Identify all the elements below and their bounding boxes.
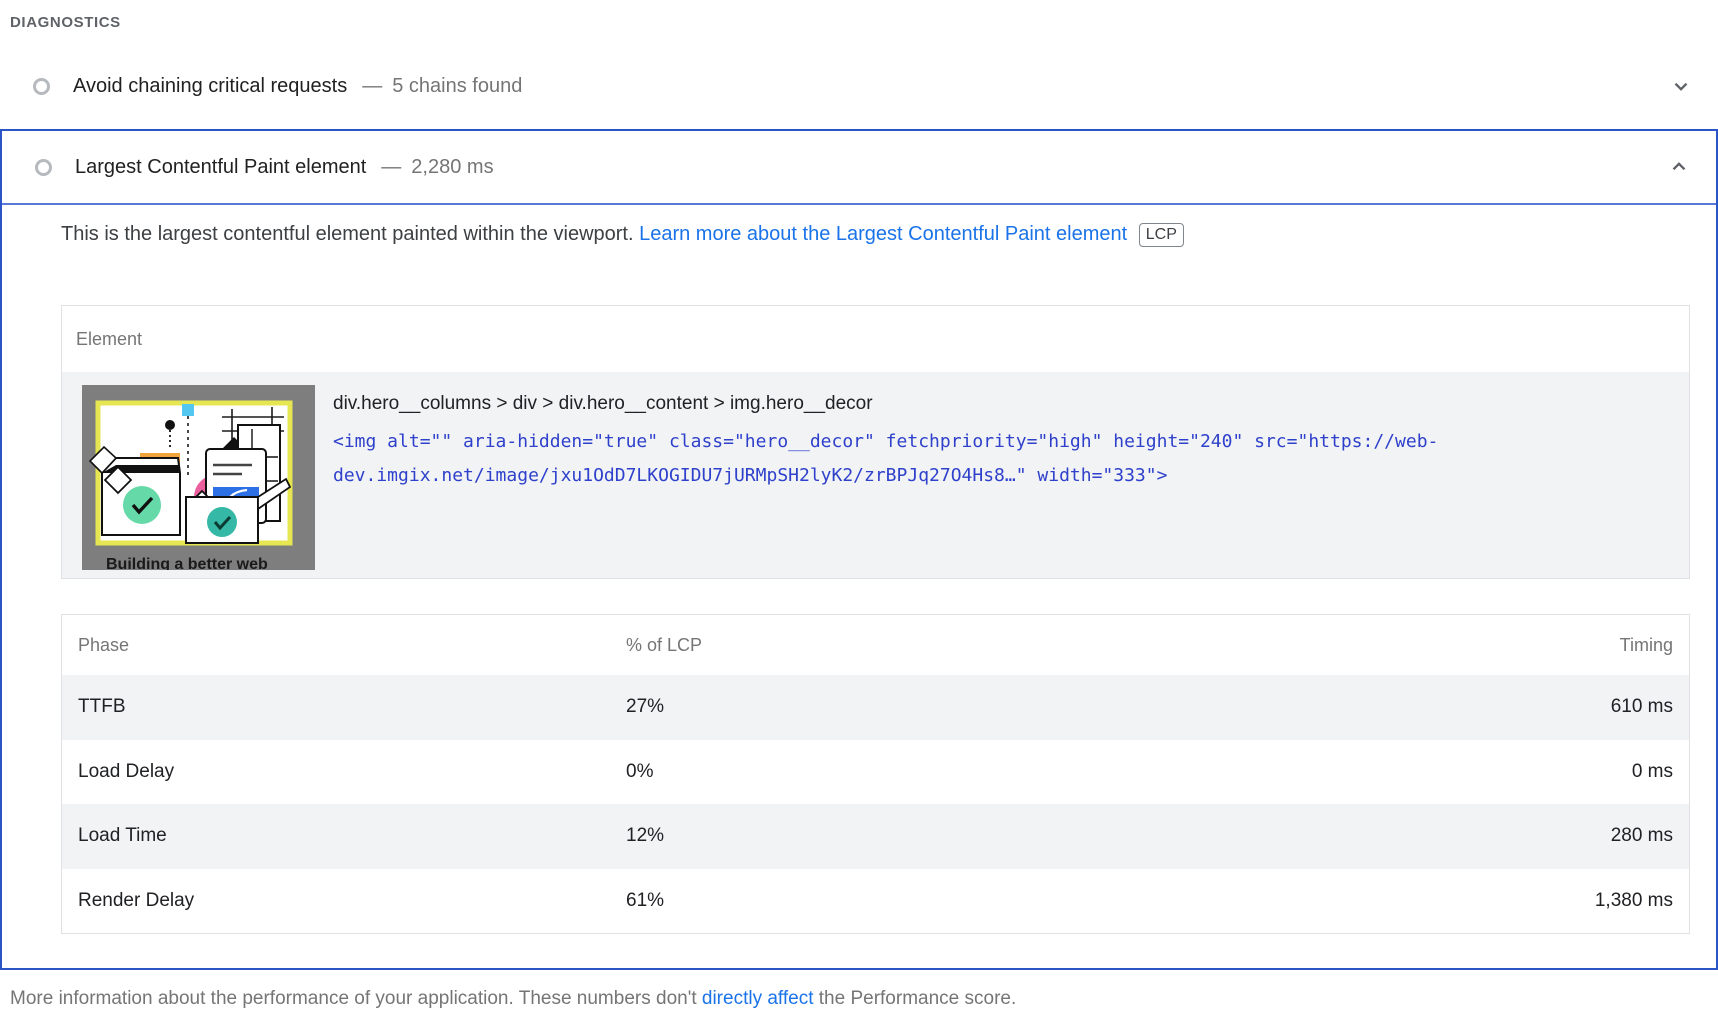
- audit-title: Avoid chaining critical requests: [73, 75, 347, 98]
- phase-timing: 1,380 ms: [1453, 890, 1673, 912]
- footer-text-before: More information about the performance o…: [10, 988, 702, 1009]
- phase-timing: 0 ms: [1453, 761, 1673, 783]
- node-snippet: <img alt="" aria-hidden="true" class="he…: [333, 425, 1438, 493]
- phase-label: TTFB: [78, 696, 626, 718]
- column-header-percent: % of LCP: [626, 635, 1453, 656]
- lcp-audit-body: This is the largest contentful element p…: [2, 219, 1716, 968]
- diagnostics-heading: DIAGNOSTICS: [0, 0, 1718, 31]
- phase-percent: 27%: [626, 696, 1453, 718]
- phase-label: Load Delay: [78, 761, 626, 783]
- phase-table-row: Load Time 12% 280 ms: [62, 804, 1689, 869]
- lcp-element-thumbnail: Building a better web: [82, 385, 315, 570]
- learn-more-link[interactable]: Learn more about the Largest Contentful …: [639, 223, 1127, 245]
- element-card: Element: [61, 305, 1690, 579]
- node-info: div.hero__columns > div > div.hero__cont…: [333, 385, 1438, 493]
- phase-label: Render Delay: [78, 890, 626, 912]
- column-header-timing: Timing: [1453, 635, 1673, 656]
- chevron-up-icon[interactable]: [1668, 156, 1690, 178]
- audit-display-value: 2,280 ms: [411, 156, 493, 179]
- informative-ring-icon: [35, 159, 52, 176]
- chevron-down-icon[interactable]: [1670, 75, 1692, 97]
- audit-row-critical-requests[interactable]: Avoid chaining critical requests — 5 cha…: [0, 53, 1718, 119]
- phase-timing: 610 ms: [1453, 696, 1673, 718]
- audit-row-lcp-element[interactable]: Largest Contentful Paint element — 2,280…: [2, 131, 1716, 205]
- audit-separator: —: [381, 156, 401, 179]
- description-text: This is the largest contentful element p…: [61, 223, 639, 245]
- audit-description: This is the largest contentful element p…: [61, 219, 1690, 249]
- audit-title: Largest Contentful Paint element: [75, 156, 366, 179]
- phase-timing: 280 ms: [1453, 825, 1673, 847]
- audit-separator: —: [362, 75, 382, 98]
- element-card-header: Element: [62, 306, 1689, 372]
- directly-affect-link[interactable]: directly affect: [702, 988, 814, 1009]
- phase-table-row: Load Delay 0% 0 ms: [62, 740, 1689, 805]
- informative-ring-icon: [33, 78, 50, 95]
- phase-table-row: Render Delay 61% 1,380 ms: [62, 869, 1689, 934]
- lcp-audit-panel: Largest Contentful Paint element — 2,280…: [0, 129, 1718, 970]
- phase-percent: 0%: [626, 761, 1453, 783]
- phase-label: Load Time: [78, 825, 626, 847]
- phase-percent: 61%: [626, 890, 1453, 912]
- phase-table-header: Phase % of LCP Timing: [62, 615, 1689, 675]
- element-card-content: Building a better web div.hero__columns …: [62, 372, 1689, 578]
- lcp-chip: LCP: [1139, 223, 1184, 247]
- footer-text-after: the Performance score.: [813, 988, 1016, 1009]
- phase-table: Phase % of LCP Timing TTFB 27% 610 ms Lo…: [61, 614, 1690, 934]
- phase-table-row: TTFB 27% 610 ms: [62, 675, 1689, 740]
- node-selector: div.hero__columns > div > div.hero__cont…: [333, 392, 1438, 416]
- audit-display-value: 5 chains found: [392, 75, 522, 98]
- column-header-phase: Phase: [78, 635, 626, 656]
- thumbnail-caption: Building a better web: [106, 556, 268, 570]
- node-snippet-line-2: dev.imgix.net/image/jxu1OdD7LKOGIDU7jURM…: [333, 459, 1438, 493]
- node-snippet-line-1: <img alt="" aria-hidden="true" class="he…: [333, 425, 1438, 459]
- phase-percent: 12%: [626, 825, 1453, 847]
- diagnostics-footer-note: More information about the performance o…: [10, 988, 1718, 1010]
